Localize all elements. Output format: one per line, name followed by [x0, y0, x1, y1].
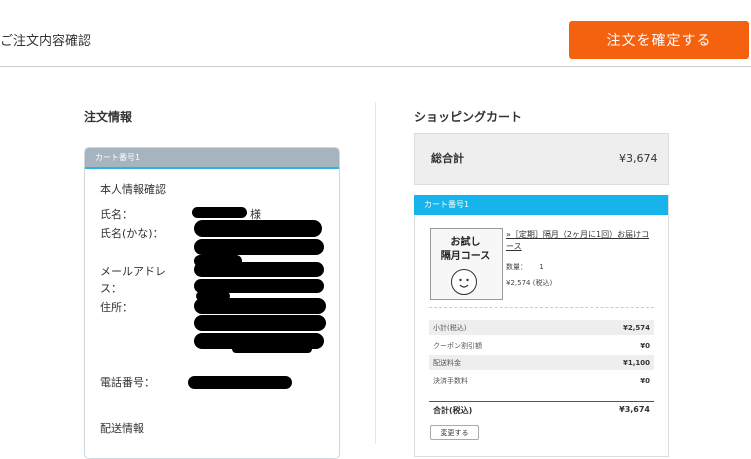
mascot-face-icon: [451, 269, 477, 295]
cart-number-label: カート番号1: [85, 148, 339, 169]
cart-total-label: 合計(税込): [433, 406, 473, 415]
product-thumbnail-text: お試し 隔月コース: [430, 236, 501, 264]
redaction-mark: [188, 376, 292, 389]
email-label: メールアドレ: [100, 265, 166, 278]
cart-total-value: ¥3,674: [619, 405, 650, 414]
redaction-mark: [194, 262, 324, 277]
confirm-order-button[interactable]: 注文を確定する: [569, 21, 749, 59]
total-divider: [429, 401, 654, 402]
header-divider: [0, 66, 751, 67]
summary-label: 小計(税込): [433, 323, 467, 332]
cart-total-row: 合計(税込) ¥3,674: [429, 405, 654, 416]
quantity-value: 1: [539, 263, 544, 271]
redaction-mark: [192, 207, 247, 218]
name-label: 氏名：: [100, 208, 133, 221]
grand-total-label: 総合計: [431, 152, 464, 165]
order-info-title: 注文情報: [84, 110, 133, 124]
shipping-row: 配送料金 ¥1,100: [429, 355, 654, 370]
redaction-mark: [194, 239, 324, 255]
summary-value: ¥2,574: [622, 323, 650, 332]
quantity-label: 数量：: [506, 263, 527, 271]
summary-label: 決済手数料: [433, 376, 468, 385]
name-kana-label: 氏名(かな)：: [100, 227, 164, 240]
cart-number-label: カート番号1: [414, 195, 668, 215]
product-price: ¥2,574 (税込): [506, 279, 553, 287]
quantity: 数量： 1: [506, 262, 544, 272]
shopping-cart-title: ショッピングカート: [414, 110, 523, 124]
summary-value: ¥0: [640, 376, 650, 385]
column-divider: [375, 102, 376, 444]
page-title: ご注文内容確認: [0, 34, 92, 49]
phone-label: 電話番号：: [100, 376, 155, 389]
redaction-mark: [194, 298, 326, 314]
personal-info-title: 本人情報確認: [100, 183, 166, 196]
product-name-link[interactable]: »［定期］隔月（2ヶ月に1回）お届けコース: [506, 229, 656, 253]
redaction-mark: [232, 345, 312, 353]
payment-fee-row: 決済手数料 ¥0: [429, 373, 654, 388]
summary-label: 配送料金: [433, 358, 461, 367]
dashed-divider: [429, 307, 654, 308]
summary-value: ¥1,100: [622, 358, 650, 367]
thumb-line1: お試し: [450, 237, 481, 248]
delivery-info-title: 配送情報: [100, 422, 144, 435]
subtotal-row: 小計(税込) ¥2,574: [429, 320, 654, 335]
thumb-line2: 隔月コース: [440, 251, 491, 262]
change-button[interactable]: 変更する: [430, 425, 479, 440]
coupon-row: クーポン割引額 ¥0: [429, 338, 654, 353]
address-label: 住所：: [100, 301, 133, 314]
redaction-mark: [194, 315, 326, 331]
summary-label: クーポン割引額: [433, 341, 482, 350]
redaction-mark: [194, 220, 322, 237]
email-label-cont: ス：: [100, 282, 122, 295]
summary-value: ¥0: [640, 341, 650, 350]
grand-total-value: ¥3,674: [619, 152, 658, 165]
